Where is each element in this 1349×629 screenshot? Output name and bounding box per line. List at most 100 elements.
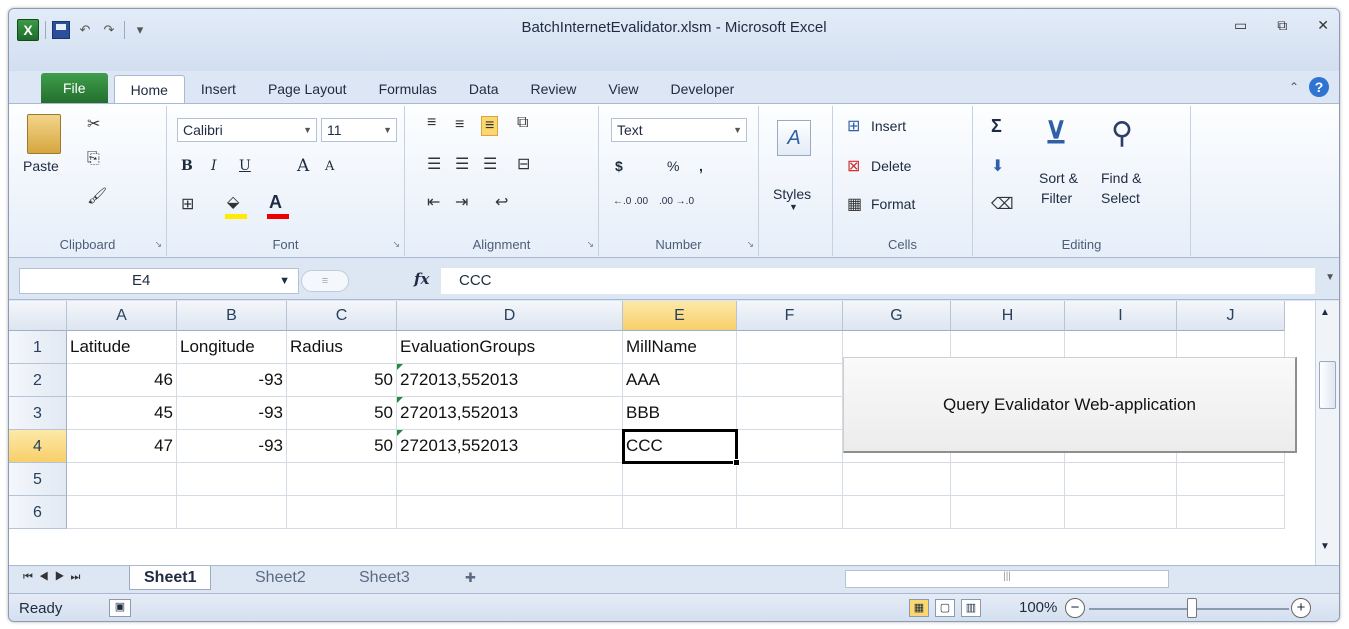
- row-header-6[interactable]: 6: [9, 496, 67, 529]
- cell-d3[interactable]: 272013,552013: [397, 397, 623, 430]
- cell-f3[interactable]: [737, 397, 843, 430]
- tab-insert[interactable]: Insert: [185, 75, 252, 103]
- insert-sheet-icon[interactable]: ✚: [451, 566, 490, 590]
- macro-record-icon[interactable]: ▣: [109, 599, 131, 617]
- autosum-button[interactable]: Σ: [991, 116, 1002, 137]
- delete-cells-icon[interactable]: ⊠: [847, 156, 860, 176]
- cell-e5[interactable]: [623, 463, 737, 496]
- sheet-tab-sheet3[interactable]: Sheet3: [345, 566, 424, 590]
- sort-filter-line1[interactable]: Sort &: [1039, 170, 1078, 186]
- scroll-down-icon[interactable]: ▼: [1320, 541, 1330, 552]
- name-box[interactable]: E4 ▼: [19, 268, 299, 294]
- cell-f1[interactable]: [737, 331, 843, 364]
- insert-cells-button[interactable]: Insert: [871, 118, 906, 134]
- wrap-text-icon[interactable]: ↩: [495, 192, 508, 212]
- align-right-icon[interactable]: ☰: [483, 154, 497, 174]
- select-all-corner[interactable]: [9, 301, 67, 331]
- zoom-in-icon[interactable]: +: [1291, 598, 1311, 618]
- close-icon[interactable]: ✕: [1317, 17, 1329, 34]
- zoom-level[interactable]: 100%: [1019, 599, 1057, 616]
- cell-i5[interactable]: [1065, 463, 1177, 496]
- align-left-icon[interactable]: ☰: [427, 154, 441, 174]
- styles-button[interactable]: Styles: [773, 186, 811, 202]
- center-icon[interactable]: ☰: [455, 154, 469, 174]
- tab-home[interactable]: Home: [113, 75, 185, 103]
- increase-decimal-button[interactable]: ←.0 .00: [613, 196, 648, 207]
- cell-e1[interactable]: MillName: [623, 331, 737, 364]
- cell-f5[interactable]: [737, 463, 843, 496]
- binoculars-icon[interactable]: ⚲: [1111, 116, 1133, 151]
- cell-b3[interactable]: -93: [177, 397, 287, 430]
- tab-view[interactable]: View: [592, 75, 654, 103]
- tab-data[interactable]: Data: [453, 75, 515, 103]
- borders-icon[interactable]: ⊞: [181, 194, 194, 214]
- cell-h6[interactable]: [951, 496, 1065, 529]
- vertical-scrollbar[interactable]: ▲ ▼: [1315, 301, 1339, 565]
- cell-f2[interactable]: [737, 364, 843, 397]
- font-launcher-icon[interactable]: ↘: [392, 239, 400, 250]
- delete-cells-button[interactable]: Delete: [871, 158, 911, 174]
- cell-a4[interactable]: 47: [67, 430, 177, 463]
- query-evalidator-button[interactable]: Query Evalidator Web-application: [843, 357, 1297, 453]
- cell-j6[interactable]: [1177, 496, 1285, 529]
- tab-developer[interactable]: Developer: [655, 75, 751, 103]
- row-header-3[interactable]: 3: [9, 397, 67, 430]
- tab-file[interactable]: File: [41, 73, 108, 103]
- fill-icon[interactable]: ⬇: [991, 156, 1004, 176]
- column-header-g[interactable]: G: [843, 301, 951, 331]
- formula-input[interactable]: CCC: [441, 268, 1315, 294]
- clear-icon[interactable]: ⌫: [991, 194, 1014, 214]
- expand-formula-bar-icon[interactable]: ▼: [1325, 272, 1335, 283]
- decrease-indent-icon[interactable]: ⇤: [427, 192, 440, 212]
- align-bottom-icon[interactable]: ≡: [481, 116, 499, 136]
- cell-a1[interactable]: Latitude: [67, 331, 177, 364]
- row-header-4[interactable]: 4: [9, 430, 67, 463]
- grow-font-button[interactable]: A: [297, 156, 309, 176]
- decrease-decimal-button[interactable]: .00 →.0: [659, 196, 694, 207]
- help-icon[interactable]: ?: [1309, 77, 1329, 97]
- minimize-ribbon-icon[interactable]: ⌃: [1289, 80, 1299, 94]
- currency-button[interactable]: $: [615, 158, 623, 174]
- sort-filter-icon[interactable]: ⊻: [1045, 116, 1067, 151]
- percent-button[interactable]: %: [667, 158, 679, 174]
- column-header-b[interactable]: B: [177, 301, 287, 331]
- cell-c5[interactable]: [287, 463, 397, 496]
- cell-b4[interactable]: -93: [177, 430, 287, 463]
- scroll-up-icon[interactable]: ▲: [1320, 307, 1330, 318]
- align-middle-icon[interactable]: ≡: [455, 116, 464, 134]
- cell-d1[interactable]: EvaluationGroups: [397, 331, 623, 364]
- cell-e2[interactable]: AAA: [623, 364, 737, 397]
- zoom-slider-thumb[interactable]: [1187, 598, 1197, 618]
- font-size-combo[interactable]: 11 ▼: [321, 118, 397, 142]
- find-select-line1[interactable]: Find &: [1101, 170, 1141, 186]
- italic-button[interactable]: I: [211, 158, 217, 174]
- number-launcher-icon[interactable]: ↘: [746, 239, 754, 250]
- vertical-scroll-thumb[interactable]: [1319, 361, 1336, 409]
- row-header-5[interactable]: 5: [9, 463, 67, 496]
- column-header-h[interactable]: H: [951, 301, 1065, 331]
- styles-icon[interactable]: A: [777, 120, 811, 156]
- cell-c3[interactable]: 50: [287, 397, 397, 430]
- cell-a3[interactable]: 45: [67, 397, 177, 430]
- cell-b2[interactable]: -93: [177, 364, 287, 397]
- minimize-icon[interactable]: ▭: [1234, 17, 1247, 34]
- bold-button[interactable]: B: [181, 158, 193, 174]
- copy-icon[interactable]: ⎘: [87, 150, 100, 168]
- tab-review[interactable]: Review: [515, 75, 593, 103]
- cell-c1[interactable]: Radius: [287, 331, 397, 364]
- format-cells-icon[interactable]: ▦: [847, 194, 862, 214]
- comma-button[interactable]: ,: [699, 158, 703, 174]
- chevron-down-icon[interactable]: ▼: [279, 269, 290, 293]
- cell-b5[interactable]: [177, 463, 287, 496]
- alignment-launcher-icon[interactable]: ↘: [586, 239, 594, 250]
- fill-handle[interactable]: [733, 459, 740, 466]
- sheet-nav-icons[interactable]: ⏮◀▶⏭: [23, 571, 86, 584]
- format-cells-button[interactable]: Format: [871, 196, 915, 212]
- cell-d6[interactable]: [397, 496, 623, 529]
- cell-f6[interactable]: [737, 496, 843, 529]
- page-layout-view-icon[interactable]: ▢: [935, 599, 955, 617]
- column-header-c[interactable]: C: [287, 301, 397, 331]
- cell-j5[interactable]: [1177, 463, 1285, 496]
- number-format-combo[interactable]: Text ▼: [611, 118, 747, 142]
- shrink-font-button[interactable]: A: [325, 159, 334, 174]
